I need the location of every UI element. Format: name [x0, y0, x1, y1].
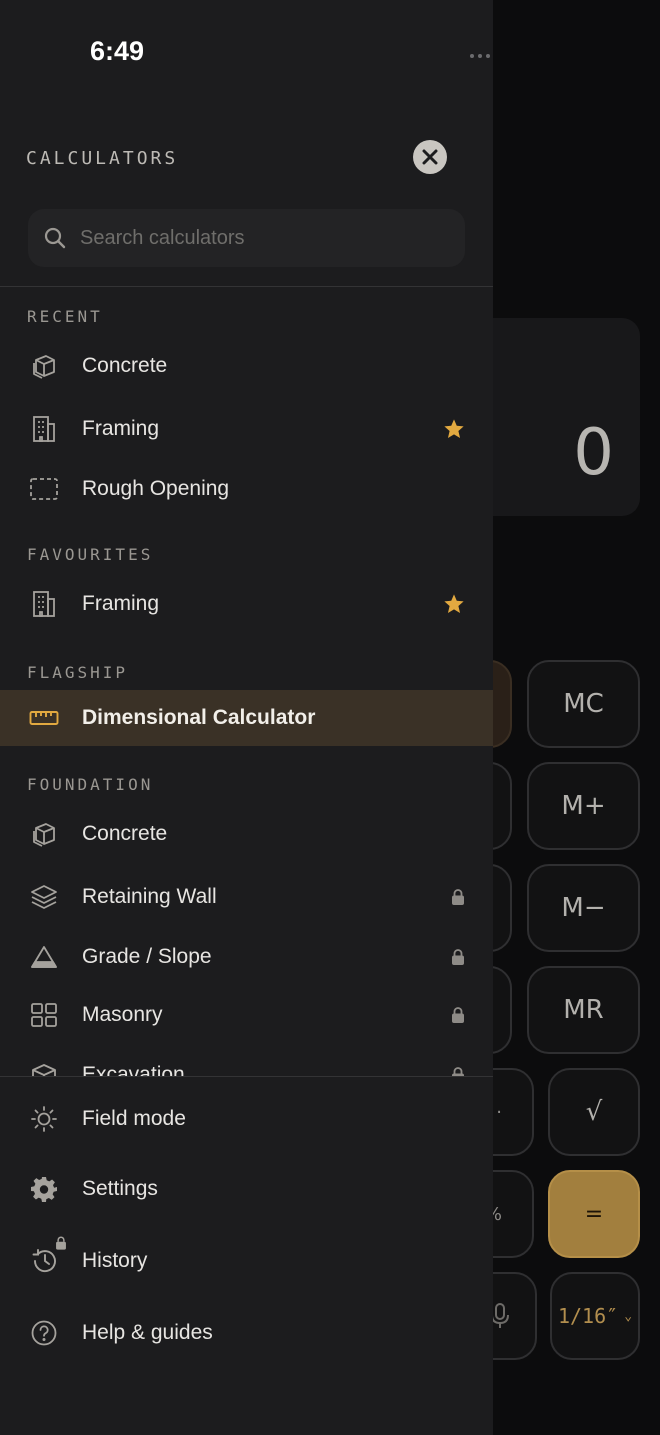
calculators-drawer: 6:49 CALCULATORS RECENT — [0, 0, 493, 1435]
help-circle-icon — [27, 1316, 61, 1350]
chevron-down-icon: ⌄ — [624, 1308, 633, 1324]
flagship-item-dimensional-calculator[interactable]: Dimensional Calculator — [0, 690, 493, 746]
grid-icon — [27, 998, 61, 1032]
signal-dots-icon — [470, 54, 493, 58]
search-bar — [28, 209, 465, 267]
foundation-item-masonry[interactable]: Masonry — [0, 987, 493, 1043]
favourite-star-icon[interactable] — [443, 418, 465, 440]
settings-button[interactable]: Settings — [0, 1161, 493, 1217]
ruler-icon — [27, 701, 61, 735]
key-equals[interactable]: = — [548, 1170, 640, 1258]
item-label: History — [82, 1249, 148, 1272]
item-label: Settings — [82, 1177, 158, 1200]
dashed-rectangle-icon — [27, 472, 61, 506]
key-sqrt[interactable]: √ — [548, 1068, 640, 1156]
close-icon — [422, 149, 438, 165]
item-label: Grade / Slope — [82, 945, 212, 968]
key-mr[interactable]: MR — [527, 966, 640, 1054]
layers-icon — [27, 880, 61, 914]
help-guides-button[interactable]: Help & guides — [0, 1305, 493, 1361]
history-icon — [27, 1236, 66, 1278]
section-foundation: FOUNDATION — [27, 775, 154, 794]
item-label: Dimensional Calculator — [82, 706, 316, 729]
item-label: Retaining Wall — [82, 885, 217, 908]
recent-item-concrete[interactable]: Concrete — [0, 338, 493, 394]
item-label: Concrete — [82, 822, 168, 845]
lock-icon — [451, 889, 465, 906]
foundation-item-retaining-wall[interactable]: Retaining Wall — [0, 869, 493, 925]
fraction-precision-selector[interactable]: 1/16″ ⌄ — [550, 1272, 640, 1360]
drawer-footer: Field mode Settings History Help & guide… — [0, 1077, 493, 1435]
item-label: Framing — [82, 417, 160, 440]
triangle-icon — [27, 940, 61, 974]
favourite-item-framing[interactable]: Framing — [0, 576, 493, 632]
building-icon — [27, 412, 61, 446]
recent-item-framing[interactable]: Framing — [0, 401, 493, 457]
lock-icon — [451, 949, 465, 966]
gear-icon — [27, 1172, 61, 1206]
recent-item-rough-opening[interactable]: Rough Opening — [0, 461, 493, 517]
fraction-precision-value: 1/16″ — [557, 1304, 619, 1328]
field-mode-button[interactable]: Field mode — [0, 1091, 493, 1147]
item-label: Framing — [82, 592, 160, 615]
item-label: Rough Opening — [82, 477, 230, 500]
item-label: Help & guides — [82, 1321, 213, 1344]
box-icon — [27, 1058, 61, 1076]
status-bar-icons — [470, 40, 493, 64]
item-label: Concrete — [82, 354, 168, 377]
key-m-plus[interactable]: M+ — [527, 762, 640, 850]
item-label: Excavation — [82, 1063, 185, 1076]
lock-icon — [451, 1007, 465, 1024]
cube-stack-icon — [27, 349, 61, 383]
favourite-star-icon[interactable] — [443, 593, 465, 615]
foundation-item-excavation[interactable]: Excavation — [0, 1047, 493, 1076]
search-input[interactable] — [80, 226, 440, 250]
cube-stack-icon — [27, 817, 61, 851]
lock-icon — [55, 1236, 67, 1255]
item-label: Masonry — [82, 1003, 163, 1026]
status-time: 6:49 — [90, 36, 145, 66]
lock-icon — [451, 1067, 465, 1076]
key-mc[interactable]: MC — [527, 660, 640, 748]
display-value: 0 — [573, 416, 614, 490]
close-button[interactable] — [413, 140, 447, 174]
section-recent: RECENT — [27, 307, 103, 326]
item-label: Field mode — [82, 1107, 186, 1130]
sun-icon — [27, 1102, 61, 1136]
foundation-item-concrete[interactable]: Concrete — [0, 806, 493, 862]
search-icon — [44, 227, 66, 249]
section-favourites: FAVOURITES — [27, 545, 154, 564]
calculator-list[interactable]: RECENT Concrete Framing Rough Opening FA… — [0, 287, 493, 1076]
history-button[interactable]: History — [0, 1233, 493, 1289]
key-m-minus[interactable]: M− — [527, 864, 640, 952]
foundation-item-grade-slope[interactable]: Grade / Slope — [0, 929, 493, 985]
section-flagship: FLAGSHIP — [27, 663, 129, 682]
drawer-title: CALCULATORS — [26, 148, 179, 169]
building-icon — [27, 587, 61, 621]
